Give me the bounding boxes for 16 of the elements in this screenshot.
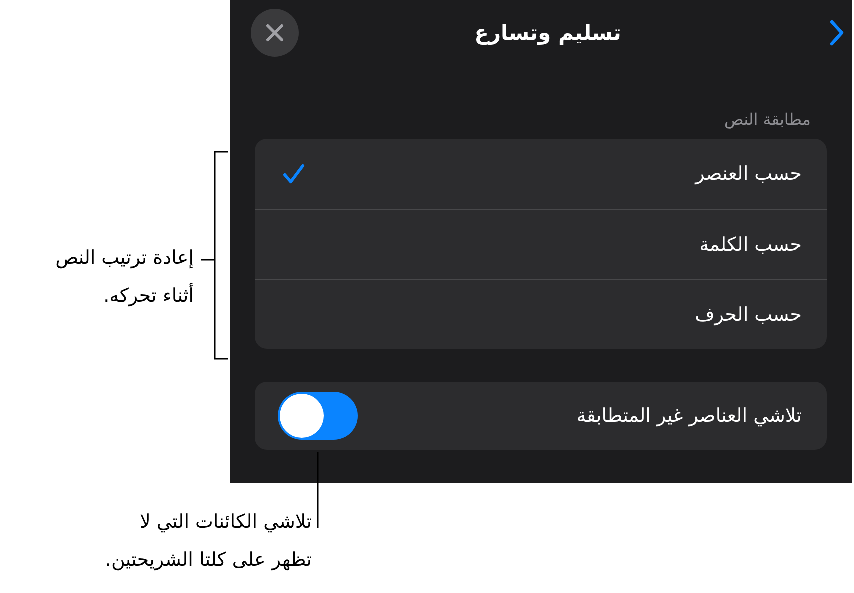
option-row[interactable]: حسب الكلمة bbox=[255, 209, 827, 279]
checkmark-icon bbox=[283, 164, 305, 184]
callout-text: إعادة ترتيب النص bbox=[56, 246, 194, 271]
callout-text: تظهر على كلتا الشريحتين. bbox=[105, 548, 312, 573]
panel-title: تسليم وتسارع bbox=[474, 21, 622, 45]
chevron-icon bbox=[829, 19, 845, 47]
toggle-label: تلاشي العناصر غير المتطابقة bbox=[576, 405, 802, 427]
callout-text: تلاشي الكائنات التي لا bbox=[138, 510, 312, 535]
back-button[interactable] bbox=[829, 19, 845, 47]
option-row[interactable]: حسب العنصر bbox=[255, 139, 827, 209]
option-row[interactable]: حسب الحرف bbox=[255, 279, 827, 349]
callout-text: أثناء تحركه. bbox=[102, 282, 194, 309]
toggle-switch[interactable] bbox=[278, 392, 358, 440]
close-button[interactable] bbox=[251, 9, 299, 57]
close-icon bbox=[266, 24, 284, 42]
section-label: مطابقة النص bbox=[723, 110, 811, 129]
